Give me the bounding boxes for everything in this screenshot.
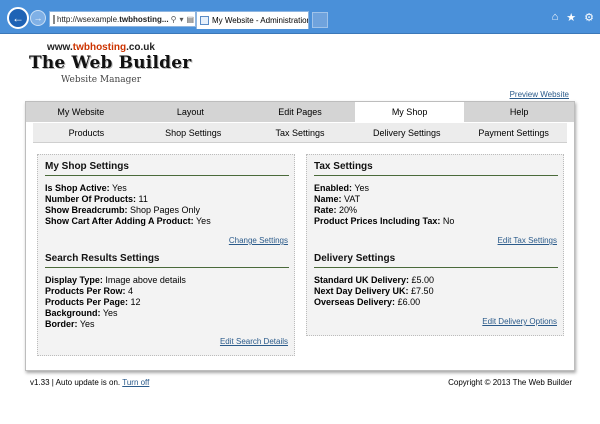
section-divider	[314, 267, 558, 268]
delivery-row: Next Day Delivery UK: £7.50	[314, 286, 434, 296]
tab-title: My Website - Administration	[212, 16, 309, 25]
tax-settings-title: Tax Settings	[314, 161, 373, 172]
page-icon	[53, 14, 55, 24]
shop-row: Number Of Products: 11	[45, 194, 148, 204]
search-settings-title: Search Results Settings	[45, 253, 160, 264]
section-divider	[45, 175, 289, 176]
edit-search-details-link[interactable]: Edit Search Details	[220, 337, 288, 346]
delivery-settings-title: Delivery Settings	[314, 253, 396, 264]
favicon-icon	[200, 16, 209, 25]
logo-title: The Web Builder	[29, 53, 192, 73]
turn-off-link[interactable]: Turn off	[122, 378, 149, 387]
tab-edit-pages[interactable]: Edit Pages	[245, 102, 355, 122]
search-row: Border: Yes	[45, 319, 95, 329]
version-info: v1.33 | Auto update is on. Turn off	[30, 378, 150, 387]
search-row: Products Per Row: 4	[45, 286, 134, 296]
copyright: Copyright © 2013 The Web Builder	[448, 378, 572, 387]
subtab-tax-settings[interactable]: Tax Settings	[247, 123, 354, 142]
back-button[interactable]: ←	[7, 7, 29, 29]
main-tabs: My Website Layout Edit Pages My Shop Hel…	[26, 102, 574, 122]
browser-toolbar: ← → http://wsexample.twbhosting... ⚲ ▾ ▤…	[0, 0, 600, 34]
admin-panel: My Website Layout Edit Pages My Shop Hel…	[25, 101, 575, 371]
home-icon[interactable]: ⌂	[552, 11, 559, 24]
change-settings-link[interactable]: Change Settings	[229, 236, 288, 245]
edit-tax-settings-link[interactable]: Edit Tax Settings	[498, 236, 557, 245]
star-icon[interactable]: ★	[566, 11, 576, 24]
delivery-row: Standard UK Delivery: £5.00	[314, 275, 435, 285]
address-bar[interactable]: http://wsexample.twbhosting... ⚲ ▾ ▤ ↻ ×	[49, 11, 211, 27]
logo-subtitle: Website Manager	[61, 75, 142, 85]
shop-row: Show Cart After Adding A Product: Yes	[45, 216, 211, 226]
tab-layout[interactable]: Layout	[136, 102, 246, 122]
arrow-right-icon: →	[33, 13, 43, 23]
compatibility-icon[interactable]: ▤	[186, 15, 194, 24]
forward-button[interactable]: →	[30, 10, 46, 26]
tax-row: Enabled: Yes	[314, 183, 370, 193]
preview-website-link[interactable]: Preview Website	[510, 90, 569, 99]
tab-my-shop[interactable]: My Shop	[354, 102, 465, 122]
tab-my-website[interactable]: My Website	[26, 102, 136, 122]
section-divider	[45, 267, 289, 268]
tax-row: Name: VAT	[314, 194, 361, 204]
dropdown-icon[interactable]: ▾	[179, 15, 183, 24]
search-icon[interactable]: ⚲	[171, 15, 177, 24]
subtab-shop-settings[interactable]: Shop Settings	[140, 123, 247, 142]
search-row: Background: Yes	[45, 308, 118, 318]
shop-row: Show Breadcrumb: Shop Pages Only	[45, 205, 201, 215]
gear-icon[interactable]: ⚙	[584, 11, 594, 24]
tax-delivery-box: Tax Settings Enabled: Yes Name: VAT Rate…	[306, 154, 564, 336]
shop-row: Is Shop Active: Yes	[45, 183, 127, 193]
shop-settings-title: My Shop Settings	[45, 161, 129, 172]
section-divider	[314, 175, 558, 176]
search-row: Display Type: Image above details	[45, 275, 186, 285]
shop-settings-box: My Shop Settings Is Shop Active: Yes Num…	[37, 154, 295, 356]
subtab-products[interactable]: Products	[33, 123, 140, 142]
search-row: Products Per Page: 12	[45, 297, 141, 307]
edit-delivery-options-link[interactable]: Edit Delivery Options	[482, 317, 557, 326]
sub-tabs: Products Shop Settings Tax Settings Deli…	[33, 123, 567, 143]
browser-tab[interactable]: My Website - Administration ×	[196, 11, 309, 29]
delivery-row: Overseas Delivery: £6.00	[314, 297, 421, 307]
tax-row: Product Prices Including Tax: No	[314, 216, 455, 226]
tab-help[interactable]: Help	[464, 102, 574, 122]
address-text: http://wsexample.twbhosting...	[57, 14, 169, 24]
subtab-payment-settings[interactable]: Payment Settings	[460, 123, 567, 142]
logo-url: www.twbhosting.co.uk	[47, 42, 155, 53]
arrow-left-icon: ←	[12, 11, 24, 25]
new-tab-button[interactable]	[312, 12, 328, 28]
subtab-delivery-settings[interactable]: Delivery Settings	[353, 123, 460, 142]
tax-row: Rate: 20%	[314, 205, 358, 215]
